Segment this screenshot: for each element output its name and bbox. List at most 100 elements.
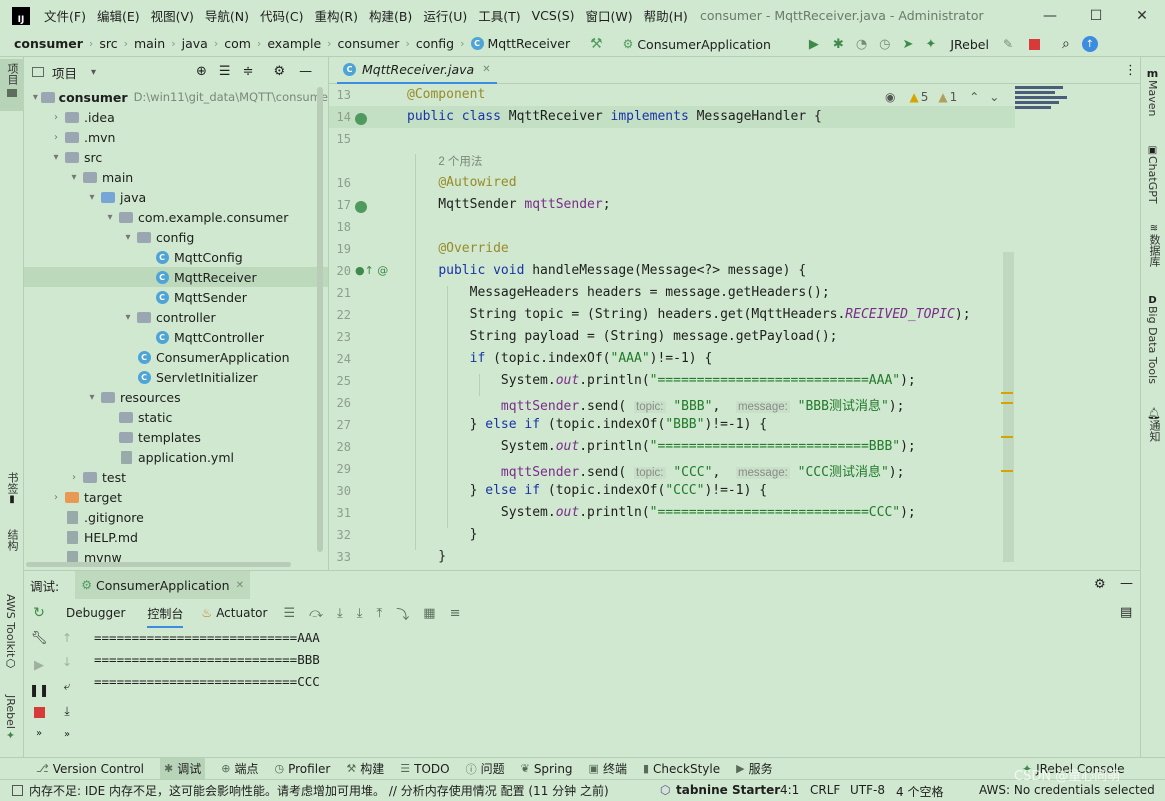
hide-icon[interactable]: —: [1120, 576, 1133, 591]
code-line[interactable]: MqttSender mqttSender;: [407, 197, 611, 212]
tree-item[interactable]: .gitignore: [24, 507, 328, 527]
tree-item[interactable]: ›test: [24, 467, 328, 487]
tree-item[interactable]: application.yml: [24, 447, 328, 467]
menu-item[interactable]: 工具(T): [478, 6, 520, 25]
override-icon[interactable]: ●↑ @: [355, 264, 388, 277]
tool-window-button[interactable]: ⓘ问题: [466, 760, 505, 777]
notification-tool-tab[interactable]: 🔔︎ 通知: [1146, 407, 1162, 442]
tab-debugger[interactable]: Debugger: [66, 606, 125, 620]
code-line[interactable]: @Autowired: [407, 175, 517, 190]
tool-window-button[interactable]: ⎇Version Control: [36, 762, 144, 776]
tabnine-status[interactable]: tabnine Starter: [676, 783, 780, 797]
chevron-down-icon[interactable]: ▾: [86, 192, 98, 203]
menu-item[interactable]: 视图(V): [151, 6, 194, 25]
tree-scrollbar[interactable]: [317, 87, 323, 552]
stop-icon[interactable]: [34, 707, 45, 718]
breadcrumb-item[interactable]: java: [182, 36, 208, 51]
tree-item[interactable]: CMqttSender: [24, 287, 328, 307]
code-line[interactable]: @Component: [407, 87, 485, 102]
code-line[interactable]: System.out.println("====================…: [407, 373, 916, 388]
soft-wrap-icon[interactable]: ⤶: [64, 679, 71, 694]
code-line[interactable]: mqttSender.send( topic: "CCC", message: …: [407, 461, 904, 480]
tool-window-button[interactable]: ⚒构建: [346, 760, 384, 777]
profile-icon[interactable]: ◷: [879, 37, 890, 52]
stop-icon[interactable]: [1029, 39, 1040, 50]
bookmarks-tool-tab[interactable]: 书签 ▮: [4, 472, 20, 505]
tree-item[interactable]: ›.idea: [24, 107, 328, 127]
tree-item[interactable]: ▾com.example.consumer: [24, 207, 328, 227]
tool-window-button[interactable]: ▣终端: [589, 760, 627, 777]
jrebel-label[interactable]: JRebel: [950, 37, 989, 52]
run-to-cursor-icon[interactable]: ⤵: [396, 604, 409, 623]
breadcrumb-item[interactable]: com: [224, 36, 251, 51]
hide-icon[interactable]: —: [299, 64, 312, 79]
caret-position[interactable]: 4:1: [780, 783, 799, 797]
chevron-right-icon[interactable]: ›: [50, 132, 62, 143]
code-line[interactable]: System.out.println("====================…: [407, 505, 916, 520]
chevron-down-icon[interactable]: ▾: [32, 92, 39, 103]
tool-window-button[interactable]: ◷Profiler: [274, 762, 330, 776]
chevron-down-icon[interactable]: ▾: [68, 172, 80, 183]
aws-tool-tab[interactable]: AWS Toolkit ⬡: [4, 594, 17, 670]
tree-item[interactable]: ▾consumerD:\win11\git_data\MQTT\consume: [24, 87, 328, 107]
tree-item[interactable]: HELP.md: [24, 527, 328, 547]
scroll-end-icon[interactable]: ⤓: [64, 704, 69, 719]
tree-item[interactable]: CServletInitializer: [24, 367, 328, 387]
tool-window-button[interactable]: ⊕端点: [221, 760, 258, 777]
search-icon[interactable]: ⌕: [1062, 36, 1070, 52]
tree-item[interactable]: ▾controller: [24, 307, 328, 327]
tree-item[interactable]: ▾resources: [24, 387, 328, 407]
aws-status[interactable]: AWS: No credentials selected: [979, 783, 1155, 797]
chevron-down-icon[interactable]: ▾: [86, 392, 98, 403]
tree-item[interactable]: CMqttConfig: [24, 247, 328, 267]
menu-item[interactable]: 文件(F): [44, 6, 86, 25]
code-line[interactable]: } else if (topic.indexOf("BBB")!=-1) {: [407, 417, 767, 432]
code-line[interactable]: public class MqttReceiver implements Mes…: [407, 109, 822, 124]
more-icon[interactable]: ⋮: [1124, 63, 1137, 78]
tree-item[interactable]: CConsumerApplication: [24, 347, 328, 367]
tree-item[interactable]: ›.mvn: [24, 127, 328, 147]
tool-window-button[interactable]: ▮CheckStyle: [643, 762, 720, 776]
tree-item[interactable]: CMqttReceiver: [24, 267, 328, 287]
gear-icon[interactable]: ⚙: [273, 64, 285, 79]
scroll-down-icon[interactable]: ↓: [62, 655, 72, 669]
tree-item[interactable]: ›target: [24, 487, 328, 507]
wrench-icon[interactable]: 🔧︎: [31, 631, 48, 646]
reader-mode-icon[interactable]: ◉: [885, 90, 895, 104]
menu-item[interactable]: 帮助(H): [644, 6, 688, 25]
breadcrumb-item[interactable]: main: [134, 36, 165, 51]
code-line[interactable]: @Override: [407, 241, 509, 256]
breadcrumb-item[interactable]: src: [99, 36, 117, 51]
minimap[interactable]: [1015, 84, 1077, 124]
chevron-right-icon[interactable]: ›: [50, 492, 62, 503]
force-step-into-icon[interactable]: ⤓: [357, 606, 363, 621]
tab-consumer-application[interactable]: ⚙ ConsumerApplication ✕: [75, 571, 250, 599]
file-encoding[interactable]: UTF-8: [850, 783, 885, 797]
step-out-icon[interactable]: ⤒: [377, 606, 383, 621]
jrebel-debug-icon[interactable]: ✦: [925, 37, 936, 52]
bigdata-tool-tab[interactable]: D Big Data Tools: [1146, 295, 1159, 384]
tree-item[interactable]: CMqttController: [24, 327, 328, 347]
chevron-down-icon[interactable]: ▾: [50, 152, 62, 163]
rerun-icon[interactable]: ↻: [33, 605, 45, 621]
layout-icon[interactable]: ▤: [1120, 605, 1132, 620]
run-icon[interactable]: ▶: [809, 37, 819, 52]
menu-item[interactable]: VCS(S): [532, 8, 575, 23]
weak-warning-count[interactable]: 1: [950, 90, 958, 104]
chevron-down-icon[interactable]: ▾: [122, 312, 134, 323]
code-line[interactable]: String topic = (String) headers.get(Mqtt…: [407, 307, 971, 322]
breadcrumb-item[interactable]: example: [267, 36, 321, 51]
indent-setting[interactable]: 4 个空格: [896, 783, 943, 800]
maven-tool-tab[interactable]: m Maven: [1146, 67, 1159, 116]
tree-item[interactable]: ▾src: [24, 147, 328, 167]
tab-close-icon[interactable]: ✕: [236, 580, 244, 591]
tool-window-button[interactable]: ☰TODO: [400, 762, 449, 776]
breadcrumb-item[interactable]: consumer: [338, 36, 400, 51]
chevron-right-icon[interactable]: ›: [50, 112, 62, 123]
more-icon[interactable]: »: [36, 728, 42, 739]
jrebel-tool-tab[interactable]: JRebel ✦: [4, 695, 17, 742]
menu-item[interactable]: 运行(U): [423, 6, 467, 25]
expand-all-icon[interactable]: ☰: [219, 64, 231, 79]
coverage-icon[interactable]: ◔: [856, 37, 867, 52]
chevron-down-icon[interactable]: ▾: [122, 232, 134, 243]
